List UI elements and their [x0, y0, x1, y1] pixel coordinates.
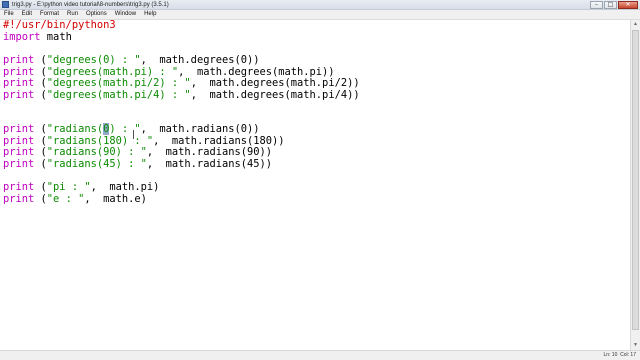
menu-run[interactable]: Run	[67, 10, 78, 19]
scroll-down-icon[interactable]: ▼	[631, 341, 640, 350]
line-number: Ln: 10	[603, 352, 618, 358]
idle-app-icon	[2, 1, 9, 8]
menu-file[interactable]: File	[4, 10, 14, 19]
open-paren: (	[34, 123, 47, 135]
code-line-degrees-0[interactable]: print ("degrees(0) : ", math.degrees(0))	[3, 54, 260, 66]
code-rest: , math.radians(90))	[146, 146, 273, 158]
code-line-shebang[interactable]: #!/usr/bin/python3	[3, 19, 116, 31]
menu-format[interactable]: Format	[40, 10, 59, 19]
scrollbar-thumb[interactable]	[632, 30, 639, 330]
code-line-degrees-pi-4[interactable]: print ("degrees(math.pi/4) : ", math.deg…	[3, 89, 360, 101]
print-keyword: print	[3, 158, 35, 170]
print-keyword: print	[3, 89, 35, 101]
window-controls: – □ ✕	[590, 1, 638, 9]
minimize-button[interactable]: –	[590, 1, 603, 9]
string-literal-start: "radians(	[46, 123, 104, 135]
mouse-cursor-icon	[133, 130, 136, 139]
open-paren: (	[34, 146, 47, 158]
string-literal: "pi : "	[46, 181, 91, 193]
status-bar: Ln: 10 Col: 17	[0, 350, 640, 360]
code-line-pi[interactable]: print ("pi : ", math.pi)	[3, 181, 159, 193]
code-rest: , math.radians(45))	[146, 158, 273, 170]
import-keyword: import	[3, 31, 41, 43]
menu-edit[interactable]: Edit	[22, 10, 32, 19]
code-line-radians-90[interactable]: print ("radians(90) : ", math.radians(90…	[3, 146, 272, 158]
string-literal: "radians(90) : "	[46, 146, 147, 158]
open-paren: (	[34, 77, 47, 89]
menu-window[interactable]: Window	[115, 10, 136, 19]
cursor-position: Ln: 10 Col: 17	[603, 351, 636, 360]
import-module: math	[40, 31, 72, 43]
print-keyword: print	[3, 193, 35, 205]
print-keyword: print	[3, 181, 35, 193]
menu-options[interactable]: Options	[86, 10, 107, 19]
code-rest: , math.degrees(math.pi/4))	[190, 89, 360, 101]
string-literal: "degrees(math.pi/4) : "	[46, 89, 191, 101]
open-paren: (	[34, 193, 47, 205]
open-paren: (	[34, 181, 47, 193]
code-rest: , math.e)	[84, 193, 147, 205]
open-paren: (	[34, 54, 47, 66]
code-line-e[interactable]: print ("e : ", math.e)	[3, 193, 147, 205]
code-line-import[interactable]: import math	[3, 31, 72, 43]
code-rest: , math.radians(0))	[140, 123, 260, 135]
print-keyword: print	[3, 77, 35, 89]
code-line-radians-0[interactable]: print ("radians(0) : ", math.radians(0))	[3, 123, 260, 135]
open-paren: (	[34, 89, 47, 101]
title-bar: trig3.py - E:\python video tutorial\8-nu…	[0, 0, 640, 10]
window-title: trig3.py - E:\python video tutorial\8-nu…	[12, 2, 169, 8]
code-line-degrees-pi-2[interactable]: print ("degrees(math.pi/2) : ", math.deg…	[3, 77, 360, 89]
menu-help[interactable]: Help	[144, 10, 156, 19]
code-rest: , math.degrees(0))	[140, 54, 260, 66]
string-literal: "degrees(0) : "	[46, 54, 141, 66]
print-keyword: print	[3, 123, 35, 135]
print-keyword: print	[3, 54, 35, 66]
string-literal: "radians(45) : "	[46, 158, 147, 170]
code-rest: , math.degrees(math.pi/2))	[190, 77, 360, 89]
print-keyword: print	[3, 146, 35, 158]
close-button[interactable]: ✕	[618, 1, 638, 9]
vertical-scrollbar[interactable]: ▲ ▼	[630, 20, 640, 350]
scroll-up-icon[interactable]: ▲	[631, 20, 640, 29]
column-number: Col: 17	[620, 352, 636, 358]
shebang-comment: #!/usr/bin/python3	[3, 19, 116, 31]
string-literal: "e : "	[46, 193, 85, 205]
open-paren: (	[34, 158, 47, 170]
maximize-button[interactable]: □	[604, 1, 617, 9]
code-line-radians-45[interactable]: print ("radians(45) : ", math.radians(45…	[3, 158, 272, 170]
code-rest: , math.pi)	[90, 181, 160, 193]
string-literal: "degrees(math.pi/2) : "	[46, 77, 191, 89]
